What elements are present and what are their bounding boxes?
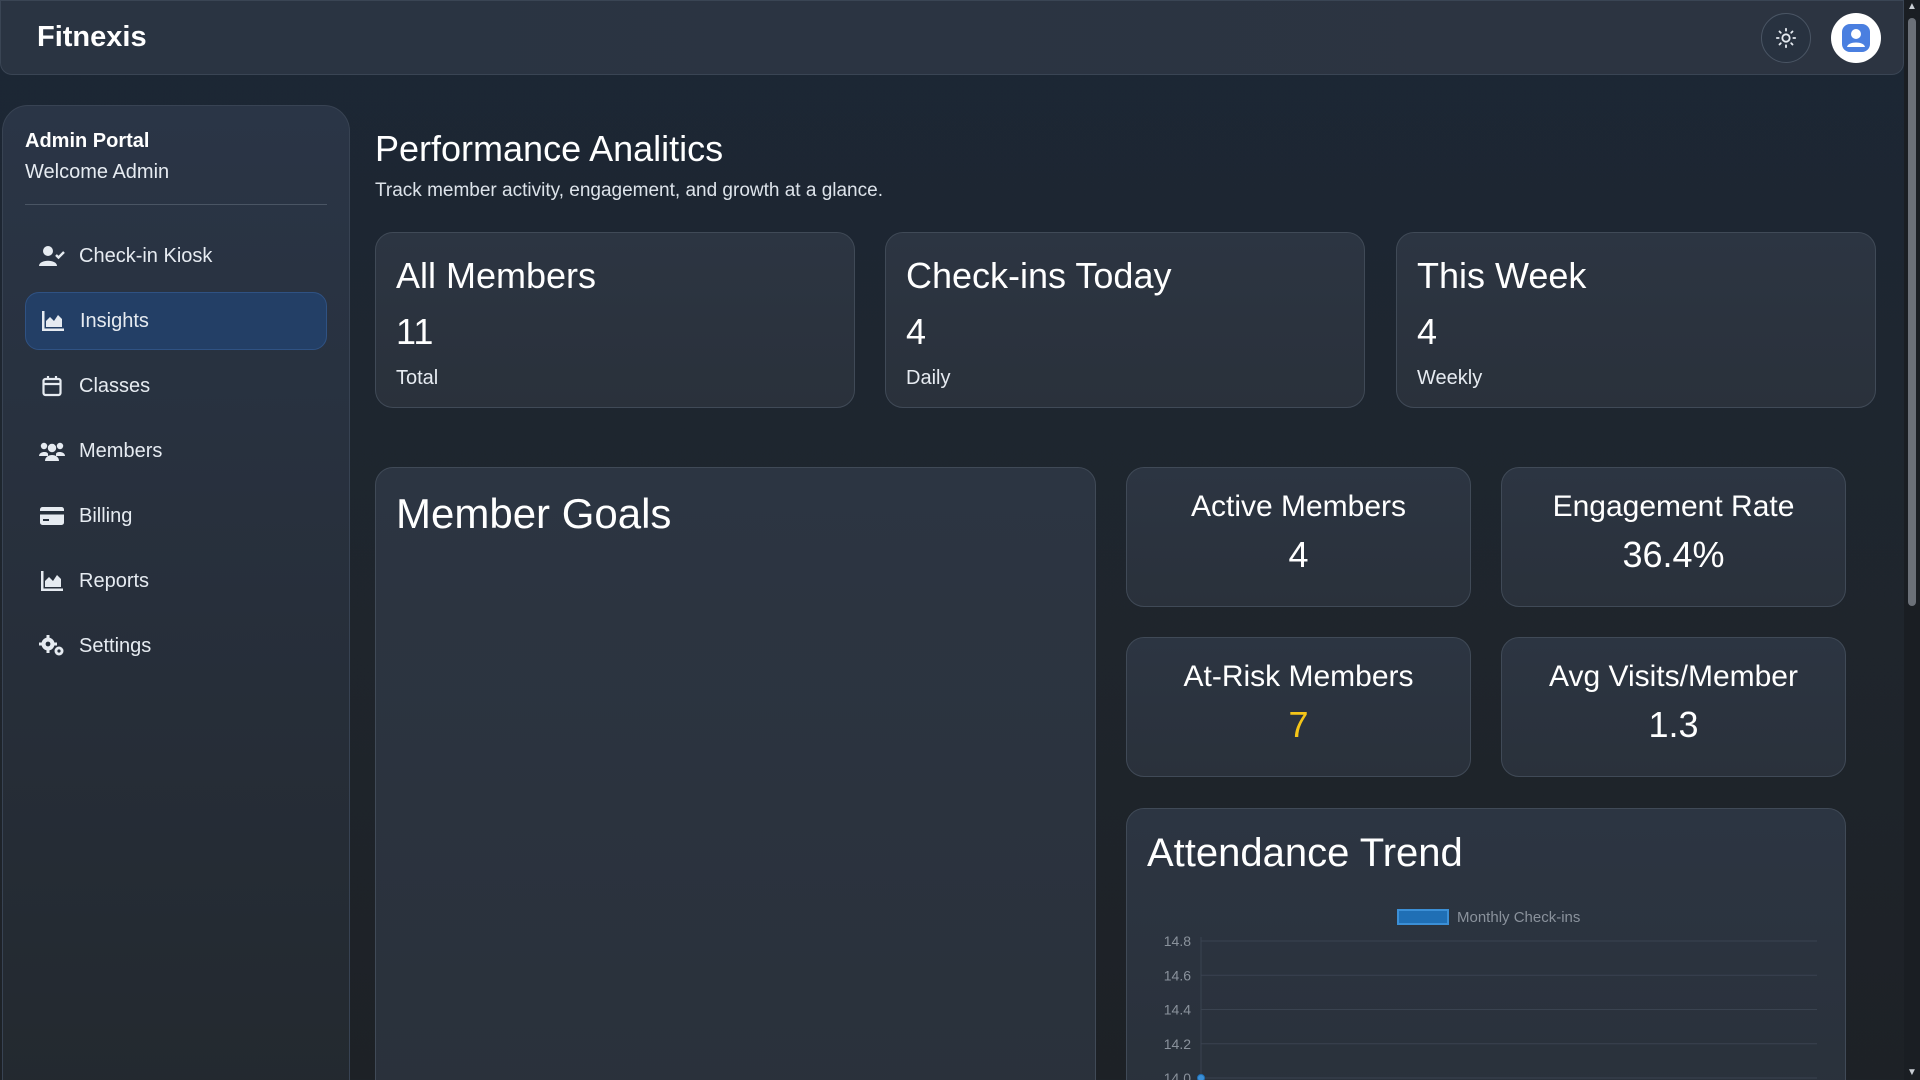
metric-title: Avg Visits/Member (1549, 660, 1798, 693)
page-subtitle: Track member activity, engagement, and g… (375, 180, 883, 201)
users-icon (39, 438, 65, 464)
metric-title: Engagement Rate (1552, 490, 1795, 523)
main-header: Performance Analitics Track member activ… (375, 128, 1875, 202)
member-goals-card: Member Goals (375, 467, 1096, 1080)
metric-card-avg-visits: Avg Visits/Member 1.3 (1501, 637, 1846, 777)
metric-card-active-members: Active Members 4 (1126, 467, 1471, 607)
sidebar-item-label: Check-in Kiosk (79, 244, 213, 267)
y-tick-label: 14.6 (1164, 967, 1191, 983)
attendance-trend-title: Attendance Trend (1147, 831, 1463, 875)
sidebar-item-settings[interactable]: Settings (25, 617, 327, 675)
chart-area-icon (40, 308, 66, 334)
user-check-icon (39, 243, 65, 269)
sidebar-item-insights[interactable]: Insights (25, 292, 327, 350)
sidebar-divider (25, 204, 327, 205)
brand-logo[interactable]: Fitnexis (37, 21, 147, 54)
legend-label: Monthly Check-ins (1457, 909, 1580, 926)
stat-label: Weekly (1417, 367, 1483, 389)
data-point (1197, 1074, 1205, 1080)
metric-title: Active Members (1190, 490, 1407, 523)
gears-icon (39, 633, 65, 659)
sun-icon (1775, 27, 1797, 48)
y-tick-label: 14.2 (1164, 1036, 1191, 1052)
sidebar-item-label: Insights (80, 309, 149, 332)
stat-title: Check-ins Today (906, 255, 1172, 296)
top-bar: Fitnexis (0, 0, 1904, 75)
y-tick-label: 14.4 (1164, 1002, 1191, 1018)
top-actions (1761, 12, 1881, 63)
stat-value: 4 (906, 311, 927, 352)
sidebar-item-label: Billing (79, 504, 133, 527)
metric-value-warning: 7 (1288, 704, 1309, 745)
calendar-icon (39, 373, 65, 399)
stat-card-this-week: This Week 4 Weekly (1396, 232, 1876, 408)
legend-swatch (1397, 909, 1449, 925)
user-avatar-icon (1842, 23, 1870, 52)
metric-value: 36.4% (1622, 534, 1725, 575)
sidebar-item-label: Reports (79, 569, 150, 592)
stat-label: Daily (906, 367, 951, 389)
y-tick-label: 14.8 (1164, 933, 1191, 949)
scrollbar-thumb[interactable] (1908, 18, 1916, 606)
metric-card-at-risk-members: At-Risk Members 7 (1126, 637, 1471, 777)
stat-value: 4 (1417, 311, 1438, 352)
page-title: Performance Analitics (375, 128, 724, 169)
sidebar-item-billing[interactable]: Billing (25, 487, 327, 545)
stat-card-check-ins-today: Check-ins Today 4 Daily (885, 232, 1365, 408)
sidebar-item-members[interactable]: Members (25, 422, 327, 480)
metric-title: At-Risk Members (1183, 660, 1414, 693)
sidebar-item-check-in-kiosk[interactable]: Check-in Kiosk (25, 227, 327, 285)
stat-card-all-members: All Members 11 Total (375, 232, 855, 408)
credit-card-icon (39, 503, 65, 529)
sidebar: Admin Portal Welcome Admin Check-in Kios… (2, 105, 350, 1080)
stat-label: Total (396, 367, 439, 389)
stat-title: This Week (1417, 255, 1587, 296)
metric-card-engagement-rate: Engagement Rate 36.4% (1501, 467, 1846, 607)
sidebar-item-classes[interactable]: Classes (25, 357, 327, 415)
scroll-up-arrow-icon[interactable]: ▲ (1907, 2, 1917, 12)
attendance-trend-card: Attendance Trend Monthly Check-ins 14.8 14… (1126, 808, 1846, 1080)
chart-area-icon (39, 568, 65, 594)
sidebar-item-label: Settings (79, 634, 152, 657)
sidebar-item-reports[interactable]: Reports (25, 552, 327, 610)
sidebar-item-label: Members (79, 439, 163, 462)
page-scrollbar[interactable]: ▲ ▼ (1904, 0, 1920, 1080)
attendance-trend-chart: Monthly Check-ins 14.8 14.6 14.4 14.2 14.0 (1164, 909, 1817, 1080)
stat-title: All Members (396, 255, 597, 296)
stat-value: 11 (396, 311, 434, 352)
theme-toggle-button[interactable] (1761, 12, 1811, 63)
user-avatar-button[interactable] (1831, 12, 1881, 63)
metric-value: 1.3 (1648, 704, 1699, 745)
scroll-down-arrow-icon[interactable]: ▼ (1907, 1068, 1917, 1078)
metric-value: 4 (1288, 534, 1309, 575)
welcome-text: Welcome Admin (25, 161, 170, 183)
sidebar-item-label: Classes (79, 374, 151, 397)
y-tick-label: 14.0 (1164, 1070, 1191, 1080)
member-goals-title: Member Goals (396, 490, 672, 537)
portal-title: Admin Portal (25, 130, 150, 152)
